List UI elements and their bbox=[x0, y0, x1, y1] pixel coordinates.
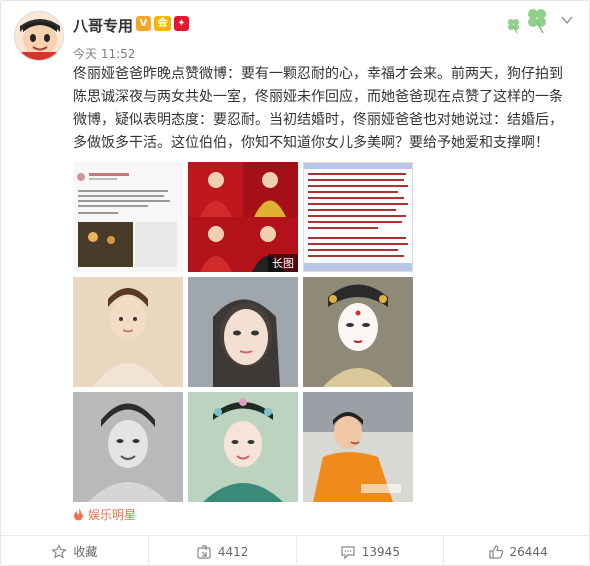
comment-icon bbox=[341, 545, 355, 559]
image-thumb-portrait-closeup[interactable] bbox=[188, 277, 298, 387]
image-thumb-portrait-bw[interactable] bbox=[73, 392, 183, 502]
favorite-button[interactable]: 收藏 bbox=[1, 536, 149, 566]
comment-count: 13945 bbox=[361, 544, 400, 559]
source-tag[interactable]: 娱乐明星 bbox=[73, 506, 136, 523]
repost-button[interactable]: 4412 bbox=[149, 536, 297, 566]
image-thumb-portrait-opera[interactable] bbox=[303, 277, 413, 387]
source-label: 娱乐明星 bbox=[88, 508, 137, 522]
like-count: 26444 bbox=[509, 544, 548, 559]
image-thumb-text-screenshot[interactable] bbox=[303, 162, 413, 272]
image-thumb-man-orange[interactable] bbox=[303, 392, 413, 502]
user-badges: V 会 ✦ bbox=[136, 16, 189, 31]
image-thumb-portrait-palace[interactable] bbox=[188, 392, 298, 502]
weibo-post-card: 八哥专用 V 会 ✦ 今天 11:52 佟丽娅爸爸昨晚点赞微博：要有一颗忍耐的心… bbox=[0, 0, 590, 566]
image-thumb-portrait-costume-1[interactable] bbox=[73, 277, 183, 387]
username[interactable]: 八哥专用 bbox=[73, 15, 133, 36]
clover-decoration-icon bbox=[499, 5, 559, 35]
repost-count: 4412 bbox=[217, 544, 249, 559]
comment-button[interactable]: 13945 bbox=[297, 536, 445, 566]
chevron-down-icon[interactable] bbox=[561, 13, 573, 29]
image-thumb-weibo-screenshot[interactable] bbox=[73, 162, 183, 272]
thumbs-up-icon bbox=[488, 544, 503, 559]
repost-icon bbox=[197, 544, 211, 559]
verified-badge-icon[interactable]: V bbox=[136, 16, 151, 31]
post-text: 佟丽娅爸爸昨晚点赞微博：要有一颗忍耐的心，幸福才会来。前两天，狗仔拍到陈思诚深夜… bbox=[73, 66, 563, 151]
vip-badge-icon[interactable]: 会 bbox=[154, 16, 171, 31]
image-grid: 长图 bbox=[73, 162, 413, 502]
star-icon bbox=[51, 543, 68, 559]
action-bar: 收藏 4412 13945 26444 bbox=[1, 535, 590, 566]
like-button[interactable]: 26444 bbox=[444, 536, 590, 566]
favorite-label: 收藏 bbox=[73, 545, 98, 559]
fire-icon bbox=[74, 508, 83, 521]
post-timestamp[interactable]: 今天 11:52 bbox=[73, 45, 135, 62]
club-badge-icon[interactable]: ✦ bbox=[174, 16, 189, 31]
avatar[interactable] bbox=[14, 11, 64, 61]
image-thumb-wedding-collage[interactable]: 长图 bbox=[188, 162, 298, 272]
long-image-badge: 长图 bbox=[268, 254, 298, 272]
